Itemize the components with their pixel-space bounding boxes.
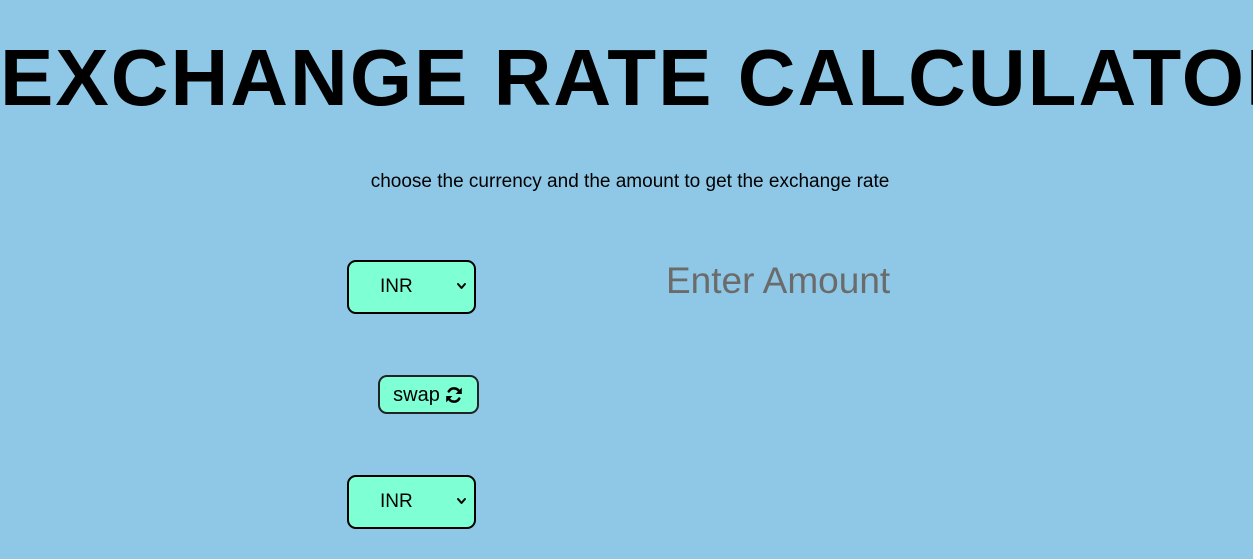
chevron-down-icon <box>457 498 466 504</box>
page-title: EXCHANGE RATE CALCULATOR <box>0 33 1253 122</box>
amount-input[interactable] <box>666 256 986 306</box>
swap-button[interactable]: swap <box>378 375 479 414</box>
from-currency-value: INR <box>380 276 413 297</box>
page-subtitle: choose the currency and the amount to ge… <box>370 171 890 192</box>
to-currency-value: INR <box>380 491 413 512</box>
to-currency-select[interactable]: INR <box>347 475 476 529</box>
from-currency-select[interactable]: INR <box>347 260 476 314</box>
refresh-icon <box>446 386 462 403</box>
swap-label: swap <box>393 383 440 406</box>
chevron-down-icon <box>457 283 466 289</box>
